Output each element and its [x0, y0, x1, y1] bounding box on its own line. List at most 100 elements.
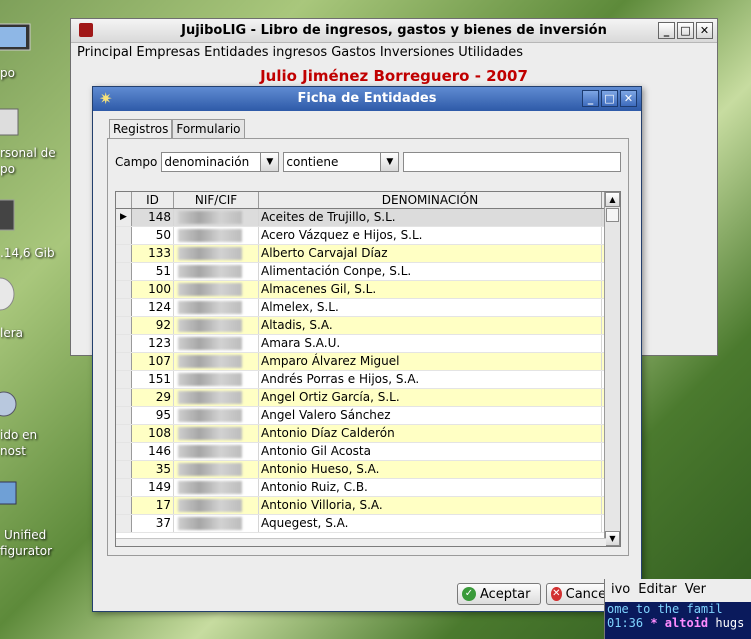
desktop-icon-trash[interactable] [0, 276, 68, 314]
column-header-denominacion[interactable]: DENOMINACIÓN [259, 192, 602, 208]
horizontal-scrollbar[interactable] [116, 538, 606, 546]
vertical-scrollbar[interactable]: ▲ ▼ [604, 192, 620, 546]
row-indicator[interactable] [116, 317, 132, 334]
filter-value-input[interactable] [403, 152, 622, 172]
menu-principal[interactable]: Principal [77, 45, 132, 60]
dialog-maximize-button[interactable]: □ [601, 90, 618, 107]
menu-utilidades[interactable]: Utilidades [458, 45, 523, 60]
check-icon: ✓ [462, 587, 476, 601]
table-row[interactable]: 37 Aquegest, S.A. [116, 515, 620, 533]
redacted-nif [178, 391, 242, 404]
table-row[interactable]: 95 Angel Valero Sánchez [116, 407, 620, 425]
close-button[interactable]: ✕ [696, 22, 713, 39]
terminal-menu-archivo[interactable]: ivo [611, 582, 630, 597]
table-row[interactable]: 146 Antonio Gil Acosta [116, 443, 620, 461]
row-indicator[interactable] [116, 245, 132, 262]
row-indicator[interactable] [116, 515, 132, 532]
redacted-nif [178, 355, 242, 368]
dialog-titlebar[interactable]: ✷ Ficha de Entidades _ □ ✕ [93, 87, 641, 111]
menu-ingresos[interactable]: ingresos [273, 45, 328, 60]
menu-gastos[interactable]: Gastos [331, 45, 376, 60]
scroll-up-icon[interactable]: ▲ [605, 192, 620, 207]
menu-entidades[interactable]: Entidades [204, 45, 268, 60]
row-indicator[interactable] [116, 425, 132, 442]
operator-select[interactable]: contiene ▼ [283, 152, 400, 172]
cell-denominacion: Antonio Díaz Calderón [259, 425, 602, 442]
table-row[interactable]: 92 Altadis, S.A. [116, 317, 620, 335]
desktop-icon-configurator[interactable] [0, 478, 68, 516]
cell-denominacion: Antonio Ruiz, C.B. [259, 479, 602, 496]
filter-label: Campo [115, 155, 158, 169]
row-indicator[interactable]: ▶ [116, 209, 132, 226]
cell-denominacion: Acero Vázquez e Hijos, S.L. [259, 227, 602, 244]
cell-nif [174, 227, 259, 244]
row-indicator[interactable] [116, 389, 132, 406]
desktop-icon-network[interactable] [0, 386, 68, 424]
table-row[interactable]: 108 Antonio Díaz Calderón [116, 425, 620, 443]
cancel-icon: ✕ [551, 587, 562, 601]
menu-empresas[interactable]: Empresas [136, 45, 200, 60]
row-indicator[interactable] [116, 227, 132, 244]
cell-denominacion: Amara S.A.U. [259, 335, 602, 352]
menu-inversiones[interactable]: Inversiones [380, 45, 454, 60]
terminal-line-1: ome to the famil [607, 602, 723, 616]
dialog-minimize-button[interactable]: _ [582, 90, 599, 107]
terminal-menu-editar[interactable]: Editar [638, 582, 677, 597]
maximize-button[interactable]: □ [677, 22, 694, 39]
cell-id: 146 [132, 443, 174, 460]
terminal-screen[interactable]: ome to the famil 01:36 * altoid hugs [605, 602, 751, 639]
minimize-button[interactable]: _ [658, 22, 675, 39]
table-row[interactable]: 107 Amparo Álvarez Miguel [116, 353, 620, 371]
row-indicator[interactable] [116, 281, 132, 298]
cell-nif [174, 407, 259, 424]
table-row[interactable]: 17 Antonio Villoria, S.A. [116, 497, 620, 515]
cell-nif [174, 371, 259, 388]
accept-button[interactable]: ✓ Aceptar [457, 583, 541, 605]
tab-formulario[interactable]: Formulario [172, 119, 245, 138]
cell-nif [174, 515, 259, 532]
table-row[interactable]: 100 Almacenes Gil, S.L. [116, 281, 620, 299]
terminal-window: ivo Editar Ver ome to the famil 01:36 * al… [604, 579, 751, 639]
table-row[interactable]: 149 Antonio Ruiz, C.B. [116, 479, 620, 497]
cell-nif [174, 479, 259, 496]
table-row[interactable]: 51 Alimentación Conpe, S.L. [116, 263, 620, 281]
table-row[interactable]: 35 Antonio Hueso, S.A. [116, 461, 620, 479]
row-indicator[interactable] [116, 497, 132, 514]
column-header-nif[interactable]: NIF/CIF [174, 192, 259, 208]
cell-id: 35 [132, 461, 174, 478]
row-indicator[interactable] [116, 353, 132, 370]
scroll-down-icon[interactable]: ▼ [605, 531, 620, 546]
terminal-menu-ver[interactable]: Ver [685, 582, 706, 597]
field-select[interactable]: denominación ▼ [161, 152, 280, 172]
row-indicator[interactable] [116, 263, 132, 280]
table-row[interactable]: 133 Alberto Carvajal Díaz [116, 245, 620, 263]
table-row[interactable]: 29 Angel Ortiz García, S.L. [116, 389, 620, 407]
redacted-nif [178, 283, 242, 296]
row-indicator[interactable] [116, 443, 132, 460]
main-titlebar[interactable]: JujiboLIG - Libro de ingresos, gastos y … [71, 19, 717, 43]
folder-home-icon [0, 108, 19, 136]
row-indicator[interactable] [116, 299, 132, 316]
table-row[interactable]: 124 Almelex, S.L. [116, 299, 620, 317]
table-row[interactable]: 123 Amara S.A.U. [116, 335, 620, 353]
column-header-id[interactable]: ID [132, 192, 174, 208]
row-indicator[interactable] [116, 479, 132, 496]
row-indicator[interactable] [116, 407, 132, 424]
redacted-nif [178, 211, 242, 224]
trash-icon [0, 277, 15, 311]
table-row[interactable]: ▶ 148 Aceites de Trujillo, S.L. [116, 209, 620, 227]
tab-registros[interactable]: Registros [109, 119, 173, 138]
row-indicator[interactable] [116, 335, 132, 352]
terminal-line-2: 01:36 * altoid hugs [607, 616, 751, 630]
row-indicator[interactable] [116, 461, 132, 478]
dialog-close-button[interactable]: ✕ [620, 90, 637, 107]
desktop-icon-disk[interactable] [0, 198, 68, 236]
scroll-thumb[interactable] [606, 208, 619, 222]
desktop-icon-home[interactable] [0, 105, 68, 143]
table-row[interactable]: 50 Acero Vázquez e Hijos, S.L. [116, 227, 620, 245]
row-indicator[interactable] [116, 371, 132, 388]
desktop-icon-computer[interactable] [0, 22, 68, 60]
cell-id: 133 [132, 245, 174, 262]
cell-denominacion: Andrés Porras e Hijos, S.A. [259, 371, 602, 388]
table-row[interactable]: 151 Andrés Porras e Hijos, S.A. [116, 371, 620, 389]
